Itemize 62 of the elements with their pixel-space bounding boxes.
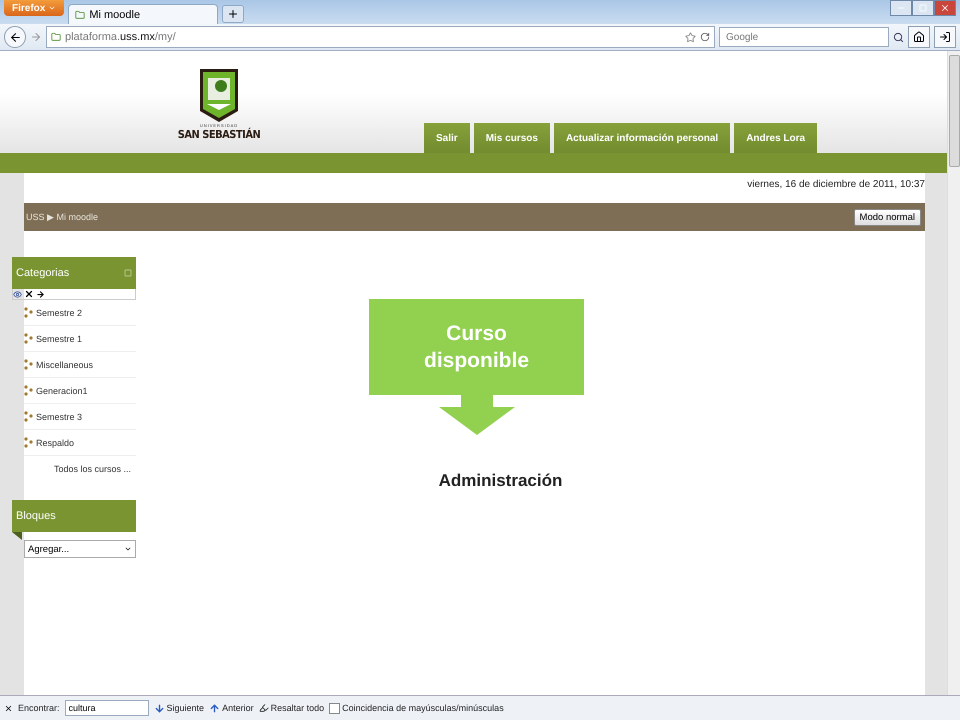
breadcrumb-text: USS ▶ Mi moodle [26, 212, 98, 222]
back-arrow-icon [8, 30, 22, 44]
add-block-select[interactable]: Agregar... [24, 540, 136, 558]
highlighter-icon [258, 703, 269, 713]
callout-box: Curso disponible [369, 299, 584, 395]
url-text: plataforma.uss.mx/my/ [65, 31, 176, 43]
addon-button[interactable] [934, 26, 956, 48]
site-icon [75, 10, 86, 20]
all-courses-link[interactable]: Todos los cursos ... [54, 464, 136, 474]
match-case-checkbox[interactable]: Coincidencia de mayúsculas/minúsculas [329, 702, 504, 714]
category-link[interactable]: Miscellaneous [24, 352, 136, 378]
browser-tab[interactable]: Mi moodle [68, 4, 218, 24]
date-text: viernes, 16 de diciembre de 2011, 10:37 [747, 179, 925, 190]
up-arrow-icon [209, 702, 220, 714]
reload-icon[interactable] [700, 32, 710, 42]
site-icon [51, 32, 61, 42]
category-link[interactable]: Semestre 1 [24, 326, 136, 352]
folder-tree-icon [24, 437, 33, 448]
home-button[interactable] [908, 26, 930, 48]
search-field[interactable]: Google [719, 27, 889, 47]
folder-tree-icon [24, 333, 33, 344]
folder-tree-icon [24, 359, 33, 370]
close-icon[interactable] [4, 704, 13, 712]
logo-name: SAN SEBASTIÁN [178, 128, 260, 141]
caret-icon [48, 4, 56, 12]
close-icon [940, 3, 950, 13]
folder-tree-icon [24, 307, 33, 318]
mode-button[interactable]: Modo normal [854, 208, 921, 226]
search-icon[interactable] [893, 32, 904, 42]
block-title: Bloques [16, 510, 56, 522]
previous-button[interactable]: Anterior [209, 702, 254, 714]
new-tab-button[interactable] [222, 5, 244, 23]
address-bar[interactable]: plataforma.uss.mx/my/ [46, 26, 715, 48]
move-icon[interactable] [36, 290, 45, 298]
folder-tree-icon [24, 411, 33, 422]
delete-icon[interactable] [24, 289, 34, 299]
highlight-all-button[interactable]: Resaltar todo [258, 703, 324, 713]
minimize-button[interactable] [890, 0, 912, 16]
category-link[interactable]: Semestre 3 [24, 404, 136, 430]
folder-tree-icon [24, 385, 33, 396]
category-link[interactable]: Semestre 2 [24, 300, 136, 326]
category-link[interactable]: Respaldo [24, 430, 136, 456]
section-heading: Administración [438, 471, 562, 492]
block-title: Categorias [16, 267, 70, 279]
maximize-icon [919, 4, 927, 12]
find-label: Encontrar: [18, 703, 60, 713]
caret-icon [124, 545, 132, 553]
addon-icon [939, 31, 951, 43]
down-arrow-icon [154, 702, 165, 714]
shield-logo-icon [199, 68, 239, 123]
close-button[interactable] [934, 0, 956, 16]
home-icon [913, 31, 925, 43]
find-field[interactable]: cultura [64, 700, 149, 716]
scrollbar-thumb[interactable] [948, 55, 960, 167]
maximize-button[interactable] [912, 0, 934, 16]
plus-icon [227, 8, 240, 20]
bookmark-star-icon[interactable] [685, 32, 696, 42]
down-arrow-icon [438, 395, 514, 435]
back-button[interactable] [4, 26, 26, 48]
next-button[interactable]: Siguiente [154, 702, 204, 714]
category-link[interactable]: Generacion1 [24, 378, 136, 404]
eye-icon[interactable] [13, 290, 22, 298]
